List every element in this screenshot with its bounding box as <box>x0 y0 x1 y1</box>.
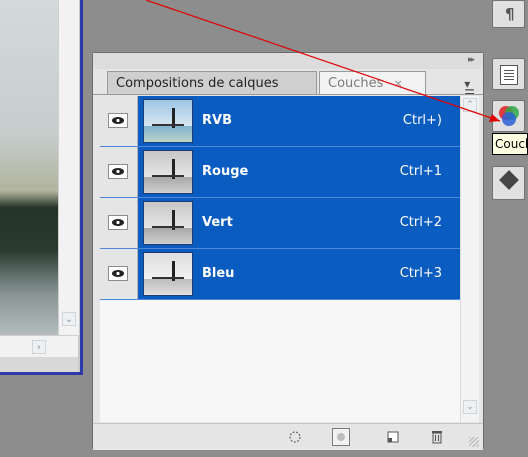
scroll-up-arrow-icon[interactable]: ⌃ <box>463 98 477 112</box>
channels-icon[interactable] <box>492 100 525 132</box>
tab-label: Compositions de calques <box>116 76 279 91</box>
tab-divider <box>93 94 483 95</box>
document-image[interactable] <box>0 0 58 335</box>
scroll-down-arrow-icon[interactable]: ⌄ <box>62 312 76 326</box>
panel-dock: ¶ <box>487 0 528 457</box>
resize-grip-icon[interactable] <box>469 437 479 447</box>
channel-name: Rouge <box>202 164 249 179</box>
channel-row-rvb[interactable]: RVB Ctrl+) <box>100 96 460 147</box>
new-channel-icon[interactable] <box>384 428 402 446</box>
visibility-cell[interactable] <box>100 198 138 248</box>
paragraph-icon[interactable]: ¶ <box>492 0 525 28</box>
channel-thumbnail <box>143 201 193 245</box>
channel-list: RVB Ctrl+) Rouge Ctrl+1 Vert Ctrl+2 Bleu… <box>100 96 460 422</box>
tab-label: Couches <box>328 76 384 91</box>
eye-icon[interactable] <box>108 215 128 230</box>
panel-footer <box>93 423 483 450</box>
channel-thumbnail <box>143 99 193 143</box>
layers-icon[interactable] <box>492 166 525 200</box>
scroll-down-arrow-icon[interactable]: ⌄ <box>463 400 477 414</box>
notes-icon[interactable] <box>492 58 525 90</box>
document-window: ⌄ › <box>0 0 83 375</box>
channel-row-bleu[interactable]: Bleu Ctrl+3 <box>100 249 460 300</box>
close-icon[interactable]: × <box>394 77 403 90</box>
channel-name: RVB <box>202 113 232 128</box>
visibility-cell[interactable] <box>100 147 138 197</box>
eye-icon[interactable] <box>108 113 128 128</box>
panel-vertical-scrollbar[interactable]: ⌃ ⌄ <box>460 96 479 422</box>
channel-shortcut: Ctrl+2 <box>399 215 442 230</box>
visibility-cell[interactable] <box>100 249 138 299</box>
eye-icon[interactable] <box>108 266 128 281</box>
document-vertical-scrollbar[interactable]: ⌄ <box>58 0 79 335</box>
channel-shortcut: Ctrl+) <box>402 113 442 128</box>
tab-channels[interactable]: Couches × <box>319 71 426 95</box>
channel-row-rouge[interactable]: Rouge Ctrl+1 <box>100 147 460 198</box>
channel-name: Vert <box>202 215 233 230</box>
channel-shortcut: Ctrl+1 <box>399 164 442 179</box>
channel-shortcut: Ctrl+3 <box>399 266 442 281</box>
channel-thumbnail <box>143 252 193 296</box>
delete-channel-icon[interactable] <box>428 428 446 446</box>
channel-row-vert[interactable]: Vert Ctrl+2 <box>100 198 460 249</box>
load-channel-as-selection-icon[interactable] <box>286 428 304 446</box>
channel-thumbnail <box>143 150 193 194</box>
channels-panel: ▸▸ Compositions de calques Couches × ▾☰ … <box>92 52 484 450</box>
panel-title-bar[interactable]: ▸▸ <box>93 53 483 69</box>
tooltip: Couches <box>492 133 528 155</box>
collapse-panel-icon[interactable]: ▸▸ <box>468 55 475 65</box>
tab-layer-comps[interactable]: Compositions de calques <box>107 71 317 95</box>
document-horizontal-scrollbar[interactable]: › <box>0 335 78 358</box>
visibility-cell[interactable] <box>100 96 138 146</box>
scroll-right-arrow-icon[interactable]: › <box>32 340 46 354</box>
channel-name: Bleu <box>202 266 235 281</box>
document-status-area <box>0 357 78 372</box>
save-selection-as-channel-icon[interactable] <box>332 428 350 446</box>
eye-icon[interactable] <box>108 164 128 179</box>
